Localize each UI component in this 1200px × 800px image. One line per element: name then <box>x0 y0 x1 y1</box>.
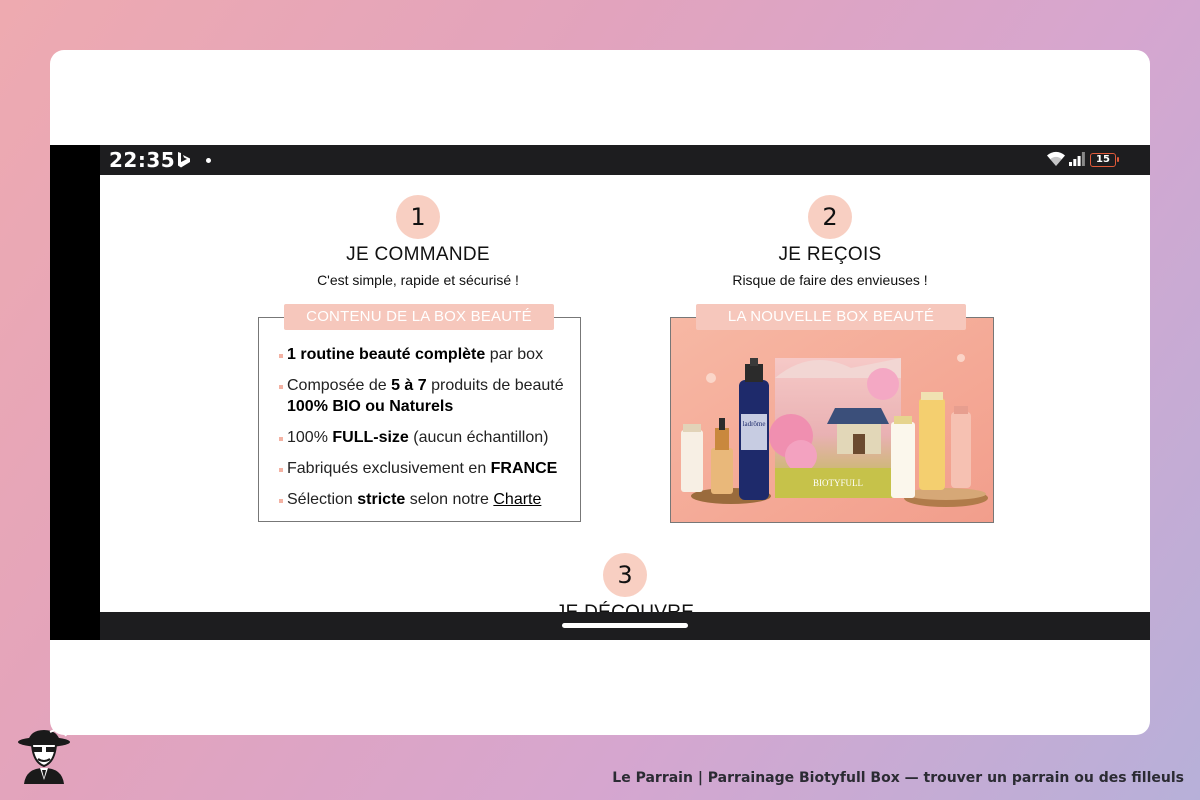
beauty-box-product-photo: BIOTYFULL ladrôme <box>671 318 993 522</box>
new-box-tab: LA NOUVELLE BOX BEAUTÉ <box>696 304 966 330</box>
step-title: JE COMMANDE <box>346 244 490 265</box>
wifi-icon <box>1047 151 1065 166</box>
box-content-panel: CONTENU DE LA BOX BEAUTÉ 1 routine beaut… <box>258 304 581 522</box>
navigation-bar <box>100 612 1150 640</box>
step-1: 1 JE COMMANDE C'est simple, rapide et sé… <box>248 195 588 288</box>
step-subtitle: C'est simple, rapide et sécurisé ! <box>317 272 519 288</box>
web-page-content: 1 JE COMMANDE C'est simple, rapide et sé… <box>100 175 1150 612</box>
list-item: Composée de 5 à 7 produits de beauté 100… <box>279 375 569 417</box>
phone-frame: 22:35 15 1 JE COMMANDE C'est simple, rap… <box>50 145 1150 640</box>
signal-icon <box>1069 152 1085 166</box>
step-subtitle: Risque de faire des envieuses ! <box>732 272 928 288</box>
home-gesture-handle[interactable] <box>562 623 688 628</box>
step-2: 2 JE REÇOIS Risque de faire des envieuse… <box>660 195 1000 288</box>
screenshot-card: 22:35 15 1 JE COMMANDE C'est simple, rap… <box>50 50 1150 735</box>
status-time: 22:35 <box>109 148 176 172</box>
bing-icon <box>178 152 190 168</box>
notification-dot-icon <box>206 158 211 163</box>
battery-icon: 15 <box>1090 153 1119 167</box>
step-title: JE REÇOIS <box>778 244 882 265</box>
step-3: 3 JE DÉCOUVRE <box>455 553 795 612</box>
list-item: 1 routine beauté complète par box <box>279 344 569 365</box>
step-number-badge: 3 <box>603 553 647 597</box>
footer-caption: Le Parrain | Parrainage Biotyfull Box — … <box>612 770 1184 786</box>
step-number-badge: 1 <box>396 195 440 239</box>
box-content-tab: CONTENU DE LA BOX BEAUTÉ <box>284 304 554 330</box>
step-title: JE DÉCOUVRE <box>455 602 795 612</box>
list-item: 100% FULL-size (aucun échantillon) <box>279 427 569 448</box>
step-number-badge: 2 <box>808 195 852 239</box>
list-item: Fabriqués exclusivement en FRANCE <box>279 458 569 479</box>
detective-hat-logo-icon <box>18 728 70 784</box>
box-brand-text: BIOTYFULL <box>813 478 863 488</box>
box-content-list: 1 routine beauté complète par box Compos… <box>279 344 569 520</box>
charte-link[interactable]: Charte <box>493 491 541 508</box>
new-box-panel: BIOTYFULL ladrôme LA NOUVELLE BOX BEAUTÉ <box>670 304 994 523</box>
list-item: Sélection stricte selon notre Charte <box>279 489 569 510</box>
status-bar: 22:35 15 <box>100 145 1150 175</box>
bottle-label-text: ladrôme <box>743 420 766 428</box>
